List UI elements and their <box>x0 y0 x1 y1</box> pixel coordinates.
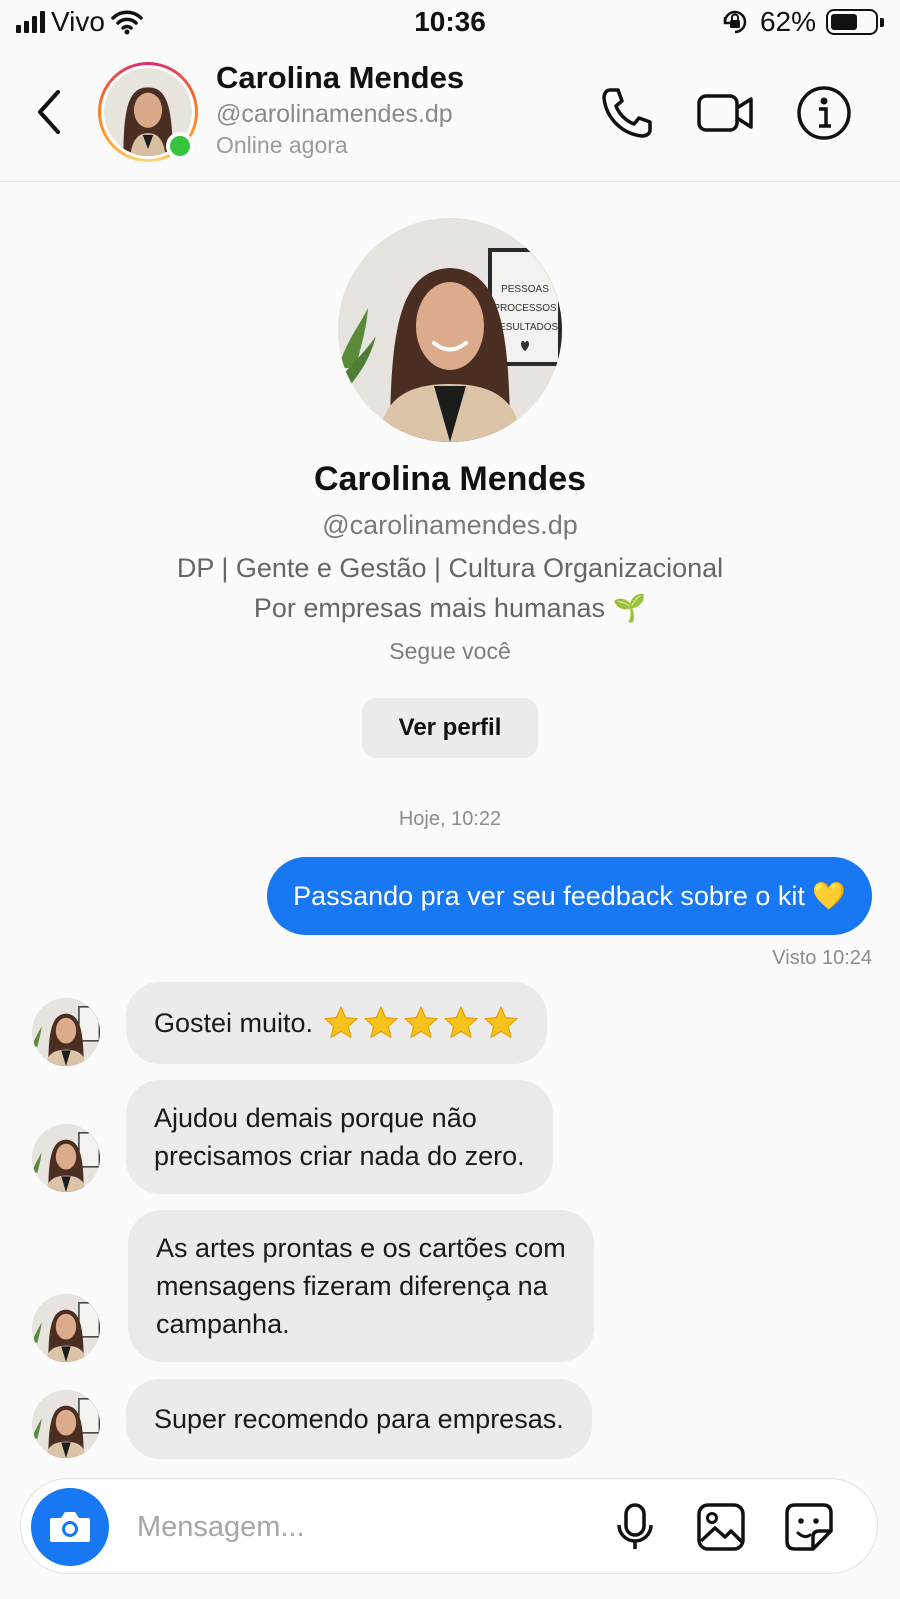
chat-timestamp: Hoje, 10:22 <box>398 808 502 830</box>
avatar[interactable] <box>32 1124 100 1192</box>
info-icon[interactable] <box>795 84 853 142</box>
message-composer <box>20 1478 878 1574</box>
avatar-photo <box>32 1124 100 1192</box>
incoming-message-text: Super recomendo para empresas. <box>154 1404 564 1434</box>
view-profile-button[interactable]: Ver perfil <box>362 698 538 758</box>
camera-icon <box>50 1512 90 1542</box>
message-input[interactable] <box>137 1503 577 1551</box>
contact-handle: @carolinamendes.dp <box>216 100 453 128</box>
incoming-message[interactable]: Ajudou demais porque não precisamos cria… <box>126 1080 553 1194</box>
back-icon[interactable] <box>28 82 72 142</box>
gallery-icon[interactable] <box>695 1501 747 1553</box>
sticker-icon[interactable] <box>783 1501 835 1553</box>
profile-bio-line-2: Por empresas mais humanas 🌱 <box>253 593 647 623</box>
star-icon <box>324 1006 358 1038</box>
star-rating <box>323 1005 519 1041</box>
contact-name[interactable]: Carolina Mendes <box>216 60 464 96</box>
avatar-photo <box>32 1294 100 1362</box>
star-icon <box>364 1006 398 1038</box>
incoming-message[interactable]: As artes prontas e os cartões com mensag… <box>128 1210 594 1362</box>
avatar[interactable] <box>32 998 100 1066</box>
avatar-photo <box>32 998 100 1066</box>
phone-icon[interactable] <box>598 84 656 142</box>
frame-text-2: PROCESSOS <box>493 303 557 314</box>
battery-percent: 62% <box>759 6 816 37</box>
online-indicator <box>166 132 194 160</box>
contact-status: Online agora <box>216 132 348 158</box>
avatar[interactable] <box>32 1390 100 1458</box>
incoming-message[interactable]: Gostei muito. <box>126 982 548 1064</box>
star-icon <box>404 1006 438 1038</box>
star-icon <box>484 1006 518 1038</box>
frame-text-1: PESSOAS <box>501 284 549 295</box>
chat-screen: Vivo 10:36 62% Carolina Mendes @carolina… <box>0 0 900 1599</box>
outgoing-message[interactable]: Passando pra ver seu feedback sobre o ki… <box>267 857 872 935</box>
avatar-photo <box>32 1390 100 1458</box>
profile-bio-line-1: DP | Gente e Gestão | Cultura Organizaci… <box>176 553 724 583</box>
incoming-message-line-1: Ajudou demais porque não <box>154 1103 477 1133</box>
rotation-lock-icon <box>723 10 747 34</box>
battery-icon <box>826 9 884 35</box>
incoming-message-text: Gostei muito. <box>154 1008 314 1038</box>
incoming-message-line-2: precisamos criar nada do zero. <box>154 1141 525 1171</box>
microphone-icon[interactable] <box>609 1501 661 1553</box>
status-bar: Vivo 10:36 62% <box>0 0 900 48</box>
incoming-message[interactable]: Super recomendo para empresas. <box>126 1379 592 1459</box>
incoming-message-line-3: campanha. <box>156 1309 290 1339</box>
profile-handle: @carolinamendes.dp <box>322 510 578 540</box>
seen-indicator: Visto 10:24 <box>772 947 872 969</box>
incoming-message-line-2: mensagens fizeram diferença na <box>156 1271 548 1301</box>
follows-you-label: Segue você <box>389 638 511 664</box>
chat-header: Carolina Mendes @carolinamendes.dp Onlin… <box>0 48 900 182</box>
star-icon <box>444 1006 478 1038</box>
outgoing-message-text: Passando pra ver seu feedback sobre o ki… <box>293 881 846 911</box>
profile-photo[interactable]: PESSOAS PROCESSOS RESULTADOS <box>338 218 562 442</box>
profile-name: Carolina Mendes <box>313 460 587 498</box>
avatar[interactable] <box>32 1294 100 1362</box>
camera-button[interactable] <box>31 1488 109 1566</box>
incoming-message-line-1: As artes prontas e os cartões com <box>156 1233 566 1263</box>
video-icon[interactable] <box>696 84 754 142</box>
